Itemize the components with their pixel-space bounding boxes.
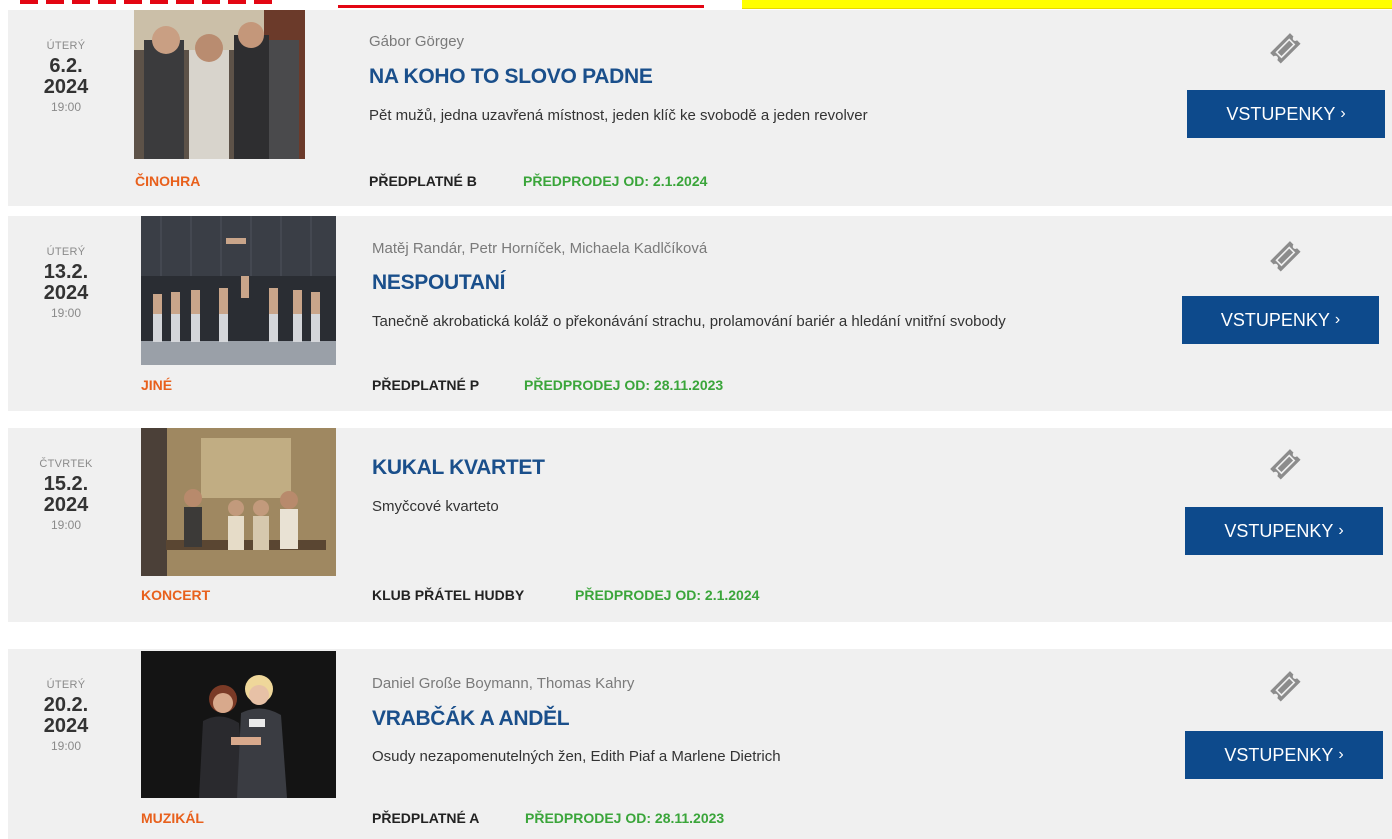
event-subscription: PŘEDPLATNÉ P: [372, 377, 480, 393]
event-weekday: ÚTERÝ: [46, 679, 86, 691]
ticket-icon: [1270, 449, 1301, 480]
event-year: 2024: [43, 715, 89, 737]
tickets-button[interactable]: VSTUPENKY ›: [1185, 507, 1383, 555]
event-title-link[interactable]: NESPOUTANÍ: [372, 271, 505, 295]
event-time: 19:00: [50, 518, 82, 532]
event-row: ÚTERÝ 6.2. 2024 19:00 ČINOHRA Gábor Görg…: [8, 10, 1392, 206]
event-authors: Gábor Görgey: [369, 33, 465, 50]
event-genre: KONCERT: [141, 587, 211, 603]
event-weekday: ČTVRTEK: [39, 458, 93, 470]
event-presale: PŘEDPRODEJ OD: 2.1.2024: [575, 587, 760, 603]
event-authors: Matěj Randár, Petr Horníček, Michaela Ka…: [372, 240, 708, 257]
event-day: 13.2.: [43, 261, 89, 283]
chevron-right-icon: ›: [1338, 522, 1344, 539]
chevron-right-icon: ›: [1334, 311, 1341, 328]
chevron-right-icon: ›: [1338, 746, 1344, 763]
event-description: Pět mužů, jedna uzavřená místnost, jeden…: [369, 107, 868, 124]
event-year: 2024: [43, 494, 89, 516]
event-title-link[interactable]: VRABČÁK A ANDĚL: [372, 707, 570, 731]
event-date: ČTVRTEK 15.2. 2024 19:00: [8, 458, 124, 532]
event-day: 20.2.: [43, 694, 89, 716]
top-red-text-fragment: [20, 0, 280, 4]
event-presale: PŘEDPRODEJ OD: 28.11.2023: [524, 377, 724, 393]
event-genre: JINÉ: [141, 377, 173, 393]
event-subscription: KLUB PŘÁTEL HUDBY: [372, 587, 525, 603]
event-time: 19:00: [50, 739, 82, 753]
event-presale: PŘEDPRODEJ OD: 28.11.2023: [525, 810, 725, 826]
tickets-button-label: VSTUPENKY: [1224, 520, 1334, 541]
event-date: ÚTERÝ 20.2. 2024 19:00: [8, 679, 124, 753]
ticket-icon: [1270, 241, 1301, 272]
event-day: 6.2.: [49, 55, 83, 77]
event-date: ÚTERÝ 13.2. 2024 19:00: [8, 246, 124, 320]
event-time: 19:00: [50, 100, 82, 114]
event-date: ÚTERÝ 6.2. 2024 19:00: [8, 40, 124, 114]
ticket-icon: [1270, 671, 1301, 702]
event-title-link[interactable]: KUKAL KVARTET: [372, 456, 545, 480]
event-subscription: PŘEDPLATNÉ A: [372, 810, 480, 826]
ticket-icon: [1270, 33, 1301, 64]
event-authors: Daniel Große Boymann, Thomas Kahry: [372, 675, 635, 692]
event-subscription: PŘEDPLATNÉ B: [369, 173, 477, 189]
tickets-button-label: VSTUPENKY: [1220, 309, 1330, 330]
event-description: Osudy nezapomenutelných žen, Edith Piaf …: [372, 748, 781, 765]
event-description: Smyčcové kvarteto: [372, 498, 499, 515]
event-day: 15.2.: [43, 473, 89, 495]
event-weekday: ÚTERÝ: [46, 40, 86, 52]
event-photo[interactable]: [141, 216, 336, 365]
event-row: ČTVRTEK 15.2. 2024 19:00 KONCERT KUKAL K…: [8, 428, 1392, 622]
event-genre: MUZIKÁL: [141, 810, 204, 826]
event-photo[interactable]: [141, 651, 336, 798]
event-time: 19:00: [50, 306, 82, 320]
event-photo[interactable]: [141, 428, 336, 576]
event-genre: ČINOHRA: [135, 173, 201, 189]
event-year: 2024: [43, 76, 89, 98]
tickets-button[interactable]: VSTUPENKY ›: [1187, 90, 1385, 138]
event-presale: PŘEDPRODEJ OD: 2.1.2024: [523, 173, 708, 189]
tickets-button-label: VSTUPENKY: [1224, 744, 1334, 765]
event-row: ÚTERÝ 13.2. 2024 19:00 JINÉ Matěj Randár…: [8, 216, 1392, 411]
top-red-underline: [338, 5, 704, 8]
chevron-right-icon: ›: [1340, 105, 1346, 122]
event-row: ÚTERÝ 20.2. 2024 19:00 MUZIKÁL Daniel Gr…: [8, 649, 1392, 839]
tickets-button-label: VSTUPENKY: [1226, 103, 1336, 124]
event-year: 2024: [43, 282, 89, 304]
event-weekday: ÚTERÝ: [46, 246, 86, 258]
top-yellow-highlight: [742, 0, 1392, 9]
event-title-link[interactable]: NA KOHO TO SLOVO PADNE: [369, 65, 653, 89]
tickets-button[interactable]: VSTUPENKY ›: [1182, 296, 1379, 344]
top-banner-fragment: [0, 0, 1392, 10]
event-photo[interactable]: [134, 10, 305, 159]
tickets-button[interactable]: VSTUPENKY ›: [1185, 731, 1383, 779]
event-description: Tanečně akrobatická koláž o překonávání …: [372, 313, 1006, 330]
